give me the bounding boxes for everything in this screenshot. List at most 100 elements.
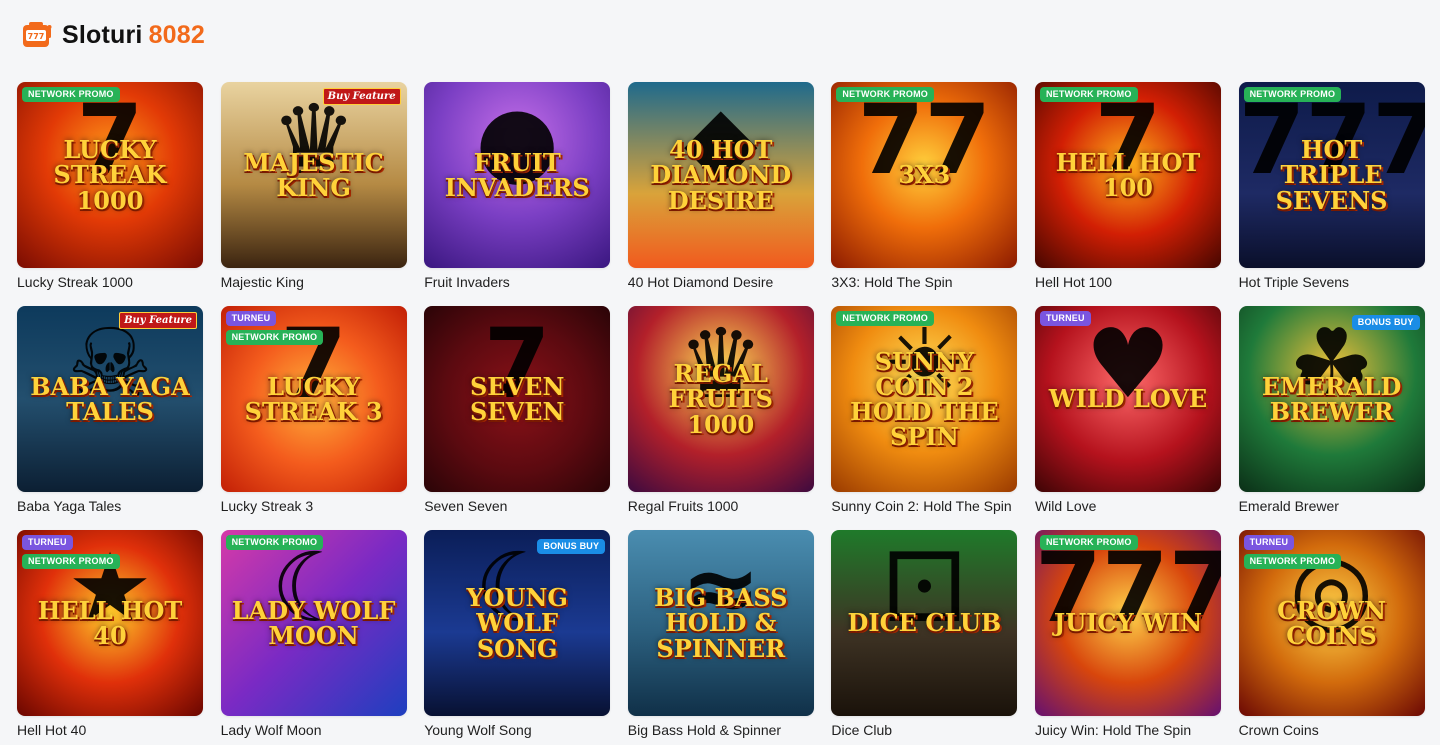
game-title[interactable]: Emerald Brewer — [1239, 498, 1425, 516]
game-tile[interactable]: 7 Seven Seven Seven Seven — [424, 306, 611, 516]
game-title[interactable]: Hot Triple Sevens — [1239, 274, 1425, 292]
buy-feature-badge: Buy Feature — [322, 88, 401, 105]
game-tile[interactable]: ☘ Emerald Brewer BONUS BUY Emerald Brewer — [1238, 306, 1425, 516]
game-tile[interactable]: ☀ Sunny Coin 2 Hold The Spin NETWORK PROMO… — [831, 306, 1018, 516]
game-title[interactable]: Lucky Streak 3 — [221, 498, 407, 516]
game-art-title: Young Wolf Song — [466, 583, 568, 663]
game-title[interactable]: Majestic King — [221, 274, 407, 292]
game-tile[interactable]: ☾ Young Wolf Song BONUS BUY Young Wolf Song — [424, 530, 611, 740]
game-thumbnail[interactable]: ◆ 40 Hot Diamond Desire — [627, 82, 814, 268]
game-thumbnail[interactable]: ★ Hell Hot 40 TURNEU NETWORK PROMO — [17, 530, 203, 716]
network-promo-badge: NETWORK PROMO — [836, 311, 934, 326]
game-tile[interactable]: 7 Hell Hot 100 NETWORK PROMO Hell Hot 100 — [1034, 82, 1221, 292]
game-thumbnail[interactable]: ☠ Baba Yaga Tales Buy Feature — [17, 306, 203, 492]
game-title[interactable]: Baba Yaga Tales — [17, 498, 203, 516]
game-thumbnail[interactable]: 7 Lucky Streak 1000 NETWORK PROMO — [17, 82, 203, 268]
game-tile[interactable]: ☾ Lady Wolf Moon NETWORK PROMO Lady Wolf Mo… — [220, 530, 407, 740]
game-title[interactable]: 40 Hot Diamond Desire — [628, 274, 814, 292]
game-art-title: Juicy Win — [1053, 608, 1203, 638]
game-tile[interactable]: ◎ Crown Coins TURNEU NETWORK PROMO Crown Coi… — [1238, 530, 1425, 740]
game-tile[interactable]: ◆ 40 Hot Diamond Desire 40 Hot Diamond Des… — [627, 82, 814, 292]
game-art-title: Lucky Streak 3 — [244, 371, 383, 426]
badge-group: NETWORK PROMO — [22, 87, 120, 102]
game-tile[interactable]: ♛ Majestic King Buy Feature Majestic King — [220, 82, 407, 292]
game-title[interactable]: Hell Hot 40 — [17, 722, 203, 740]
game-title[interactable]: Fruit Invaders — [424, 274, 610, 292]
badge-group: NETWORK PROMO — [225, 535, 324, 550]
game-tile[interactable]: ★ Hell Hot 40 TURNEU NETWORK PROMO Hell Hot … — [17, 530, 203, 740]
game-tile[interactable]: ● Fruit Invaders Fruit Invaders — [424, 82, 611, 292]
game-tile[interactable]: 777 Hot Triple Sevens NETWORK PROMO Hot Tri… — [1238, 82, 1425, 292]
game-art-title: Seven Seven — [469, 371, 565, 426]
network-promo-badge: NETWORK PROMO — [225, 535, 324, 550]
game-tile[interactable]: ⚀ Dice Club Dice Club — [831, 530, 1018, 740]
game-tile[interactable]: 77 3x3 NETWORK PROMO 3X3: Hold The Spin — [831, 82, 1018, 292]
game-title[interactable]: Sunny Coin 2: Hold The Spin — [831, 498, 1017, 516]
game-thumbnail[interactable]: ♛ Regal Fruits 1000 — [627, 306, 814, 492]
game-art-title: Majestic King — [243, 147, 384, 202]
buy-feature-badge: Buy Feature — [119, 312, 197, 329]
game-title[interactable]: Juicy Win: Hold The Spin — [1035, 722, 1221, 740]
game-art-title: Dice Club — [847, 608, 1002, 638]
game-tile[interactable]: ≈ Big Bass Hold & Spinner Big Bass Hold & … — [627, 530, 814, 740]
game-thumbnail[interactable]: 7 Hell Hot 100 NETWORK PROMO — [1034, 82, 1221, 268]
game-thumbnail[interactable]: ☀ Sunny Coin 2 Hold The Spin NETWORK PROMO — [831, 306, 1018, 492]
badge-group: NETWORK PROMO — [1243, 87, 1342, 102]
turneu-badge: TURNEU — [1039, 311, 1091, 326]
network-promo-badge: NETWORK PROMO — [1039, 87, 1138, 102]
game-title[interactable]: Seven Seven — [424, 498, 610, 516]
game-title[interactable]: 3X3: Hold The Spin — [831, 274, 1017, 292]
badge-group: NETWORK PROMO — [836, 311, 934, 326]
turneu-badge: TURNEU — [225, 311, 277, 326]
game-title[interactable]: Hell Hot 100 — [1035, 274, 1221, 292]
game-thumbnail[interactable]: 77 3x3 NETWORK PROMO — [831, 82, 1018, 268]
game-thumbnail[interactable]: ● Fruit Invaders — [424, 82, 611, 268]
bonus-buy-badge: BONUS BUY — [537, 539, 606, 554]
game-title[interactable]: Lady Wolf Moon — [221, 722, 407, 740]
game-thumbnail[interactable]: 777 Hot Triple Sevens NETWORK PROMO — [1238, 82, 1425, 268]
game-thumbnail[interactable]: 777 Juicy Win NETWORK PROMO — [1034, 530, 1221, 716]
game-title[interactable]: Crown Coins — [1239, 722, 1425, 740]
game-thumbnail[interactable]: ♛ Majestic King Buy Feature — [220, 82, 407, 268]
game-art-title: Baba Yaga Tales — [30, 371, 190, 426]
game-tile[interactable]: 777 Juicy Win NETWORK PROMO Juicy Win: Hold… — [1034, 530, 1221, 740]
badge-group: NETWORK PROMO — [1039, 535, 1138, 550]
game-tile[interactable]: 7 Lucky Streak 1000 NETWORK PROMO Lucky Str… — [17, 82, 203, 292]
svg-text:777: 777 — [28, 32, 45, 41]
network-promo-badge: NETWORK PROMO — [225, 330, 324, 345]
game-art-title: Hell Hot 40 — [37, 595, 183, 650]
game-thumbnail[interactable]: ⚀ Dice Club — [831, 530, 1018, 716]
game-art-title: Hot Triple Sevens — [1275, 135, 1388, 215]
game-title[interactable]: Young Wolf Song — [424, 722, 610, 740]
game-title[interactable]: Lucky Streak 1000 — [17, 274, 203, 292]
badge-group: NETWORK PROMO — [1039, 87, 1138, 102]
game-thumbnail[interactable]: ≈ Big Bass Hold & Spinner — [627, 530, 814, 716]
network-promo-badge: NETWORK PROMO — [22, 554, 120, 569]
game-art-title: Lucky Streak 1000 — [53, 135, 167, 215]
game-tile[interactable]: ☠ Baba Yaga Tales Buy Feature Baba Yaga Tal… — [17, 306, 203, 516]
game-thumbnail[interactable]: ♥ Wild Love TURNEU — [1034, 306, 1221, 492]
game-tile[interactable]: 7 Lucky Streak 3 TURNEU NETWORK PROMO Lucky … — [220, 306, 407, 516]
game-thumbnail[interactable]: ☘ Emerald Brewer BONUS BUY — [1238, 306, 1425, 492]
game-art-title: Big Bass Hold & Spinner — [654, 583, 788, 663]
game-thumbnail[interactable]: 7 Seven Seven — [424, 306, 611, 492]
game-thumbnail[interactable]: 7 Lucky Streak 3 TURNEU NETWORK PROMO — [220, 306, 407, 492]
badge-group: TURNEU — [1039, 311, 1091, 326]
game-tile[interactable]: ♥ Wild Love TURNEU Wild Love — [1034, 306, 1221, 516]
bonus-buy-badge: BONUS BUY — [1351, 315, 1420, 330]
game-thumbnail[interactable]: ◎ Crown Coins TURNEU NETWORK PROMO — [1238, 530, 1425, 716]
badge-group: TURNEU NETWORK PROMO — [225, 311, 324, 345]
game-art-title: 3x3 — [898, 160, 951, 190]
game-art-title: Lady Wolf Moon — [231, 595, 396, 650]
game-art-title: Hell Hot 100 — [1055, 147, 1201, 202]
game-thumbnail[interactable]: ☾ Young Wolf Song BONUS BUY — [424, 530, 611, 716]
badge-group: TURNEU NETWORK PROMO — [1243, 535, 1342, 569]
game-title[interactable]: Big Bass Hold & Spinner — [628, 722, 814, 740]
game-title[interactable]: Dice Club — [831, 722, 1017, 740]
game-art-title: 40 Hot Diamond Desire — [650, 135, 792, 215]
game-title[interactable]: Regal Fruits 1000 — [628, 498, 814, 516]
network-promo-badge: NETWORK PROMO — [836, 87, 934, 102]
game-thumbnail[interactable]: ☾ Lady Wolf Moon NETWORK PROMO — [220, 530, 407, 716]
game-tile[interactable]: ♛ Regal Fruits 1000 Regal Fruits 1000 — [627, 306, 814, 516]
game-title[interactable]: Wild Love — [1035, 498, 1221, 516]
